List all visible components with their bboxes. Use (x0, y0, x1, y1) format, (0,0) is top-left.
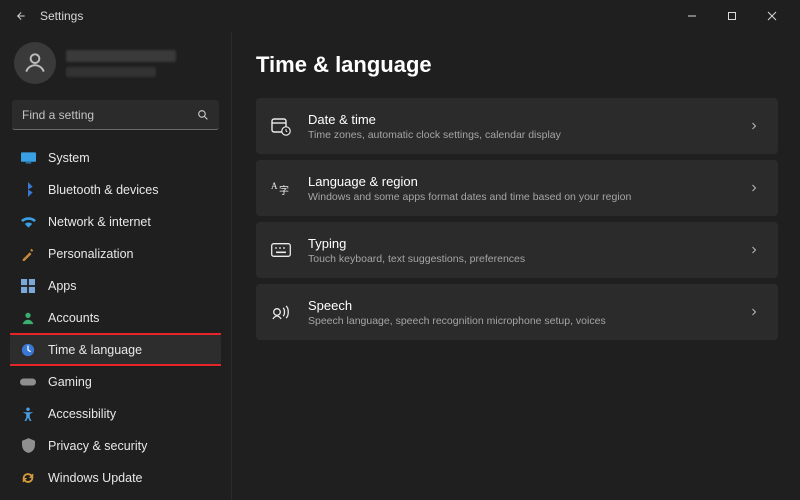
search-icon (196, 108, 209, 121)
network-icon (20, 214, 36, 230)
sidebar-item-label: Accessibility (48, 407, 116, 421)
accounts-icon (20, 310, 36, 326)
sidebar-item-label: Gaming (48, 375, 92, 389)
bluetooth-icon (20, 182, 36, 198)
account-header[interactable] (10, 38, 221, 94)
sidebar-item-label: Windows Update (48, 471, 143, 485)
apps-icon (20, 278, 36, 294)
window-controls (672, 2, 792, 30)
sidebar-item-accounts[interactable]: Accounts (10, 302, 221, 333)
sidebar-item-label: Personalization (48, 247, 133, 261)
card-subtitle: Windows and some apps format dates and t… (308, 191, 631, 203)
typing-icon (270, 243, 292, 257)
chevron-right-icon (748, 244, 760, 256)
page-title: Time & language (256, 52, 778, 78)
sidebar-item-label: Time & language (48, 343, 142, 357)
card-title: Date & time (308, 112, 561, 127)
system-icon (20, 150, 36, 166)
window-title: Settings (40, 9, 83, 23)
card-subtitle: Time zones, automatic clock settings, ca… (308, 129, 561, 141)
card-title: Speech (308, 298, 606, 313)
privacy-icon (20, 438, 36, 454)
langregion-icon: A字 (270, 179, 292, 197)
sidebar-item-label: Network & internet (48, 215, 151, 229)
sidebar-item-windowsupdate[interactable]: Windows Update (10, 462, 221, 490)
sidebar-item-label: Apps (48, 279, 77, 293)
sidebar-item-label: Privacy & security (48, 439, 147, 453)
gaming-icon (20, 374, 36, 390)
sidebar-item-network[interactable]: Network & internet (10, 206, 221, 237)
close-button[interactable] (752, 2, 792, 30)
card-title: Typing (308, 236, 525, 251)
sidebar: System Bluetooth & devices Network & inter… (0, 32, 232, 500)
maximize-button[interactable] (712, 2, 752, 30)
settings-cards: Date & time Time zones, automatic clock s… (256, 98, 778, 340)
personalize-icon (20, 246, 36, 262)
avatar (14, 42, 56, 84)
card-speech[interactable]: Speech Speech language, speech recognitio… (256, 284, 778, 340)
main-pane: Time & language Date & time Time zones, a… (232, 32, 800, 500)
sidebar-item-label: Bluetooth & devices (48, 183, 159, 197)
accessibility-icon (20, 406, 36, 422)
sidebar-item-personalize[interactable]: Personalization (10, 238, 221, 269)
windowsupdate-icon (20, 470, 36, 486)
minimize-button[interactable] (672, 2, 712, 30)
timelang-icon (20, 342, 36, 358)
card-langregion[interactable]: A字 Language & region Windows and some apps… (256, 160, 778, 216)
search-input[interactable] (22, 108, 196, 122)
sidebar-item-label: Accounts (48, 311, 99, 325)
card-title: Language & region (308, 174, 631, 189)
sidebar-item-bluetooth[interactable]: Bluetooth & devices (10, 174, 221, 205)
chevron-right-icon (748, 306, 760, 318)
sidebar-item-gaming[interactable]: Gaming (10, 366, 221, 397)
svg-text:字: 字 (279, 184, 289, 197)
sidebar-item-label: System (48, 151, 90, 165)
datetime-icon (270, 116, 292, 136)
account-name-redacted (66, 50, 176, 77)
chevron-right-icon (748, 120, 760, 132)
speech-icon (270, 303, 292, 321)
search-box[interactable] (12, 100, 219, 130)
card-subtitle: Speech language, speech recognition micr… (308, 315, 606, 327)
card-datetime[interactable]: Date & time Time zones, automatic clock s… (256, 98, 778, 154)
titlebar: Settings (0, 0, 800, 32)
sidebar-item-system[interactable]: System (10, 142, 221, 173)
card-typing[interactable]: Typing Touch keyboard, text suggestions, … (256, 222, 778, 278)
svg-text:A: A (271, 181, 278, 191)
back-button[interactable] (8, 4, 32, 28)
sidebar-item-privacy[interactable]: Privacy & security (10, 430, 221, 461)
chevron-right-icon (748, 182, 760, 194)
nav-list: System Bluetooth & devices Network & inter… (10, 142, 221, 490)
sidebar-item-apps[interactable]: Apps (10, 270, 221, 301)
sidebar-item-accessibility[interactable]: Accessibility (10, 398, 221, 429)
sidebar-item-timelang[interactable]: Time & language (10, 334, 221, 365)
card-subtitle: Touch keyboard, text suggestions, prefer… (308, 253, 525, 265)
